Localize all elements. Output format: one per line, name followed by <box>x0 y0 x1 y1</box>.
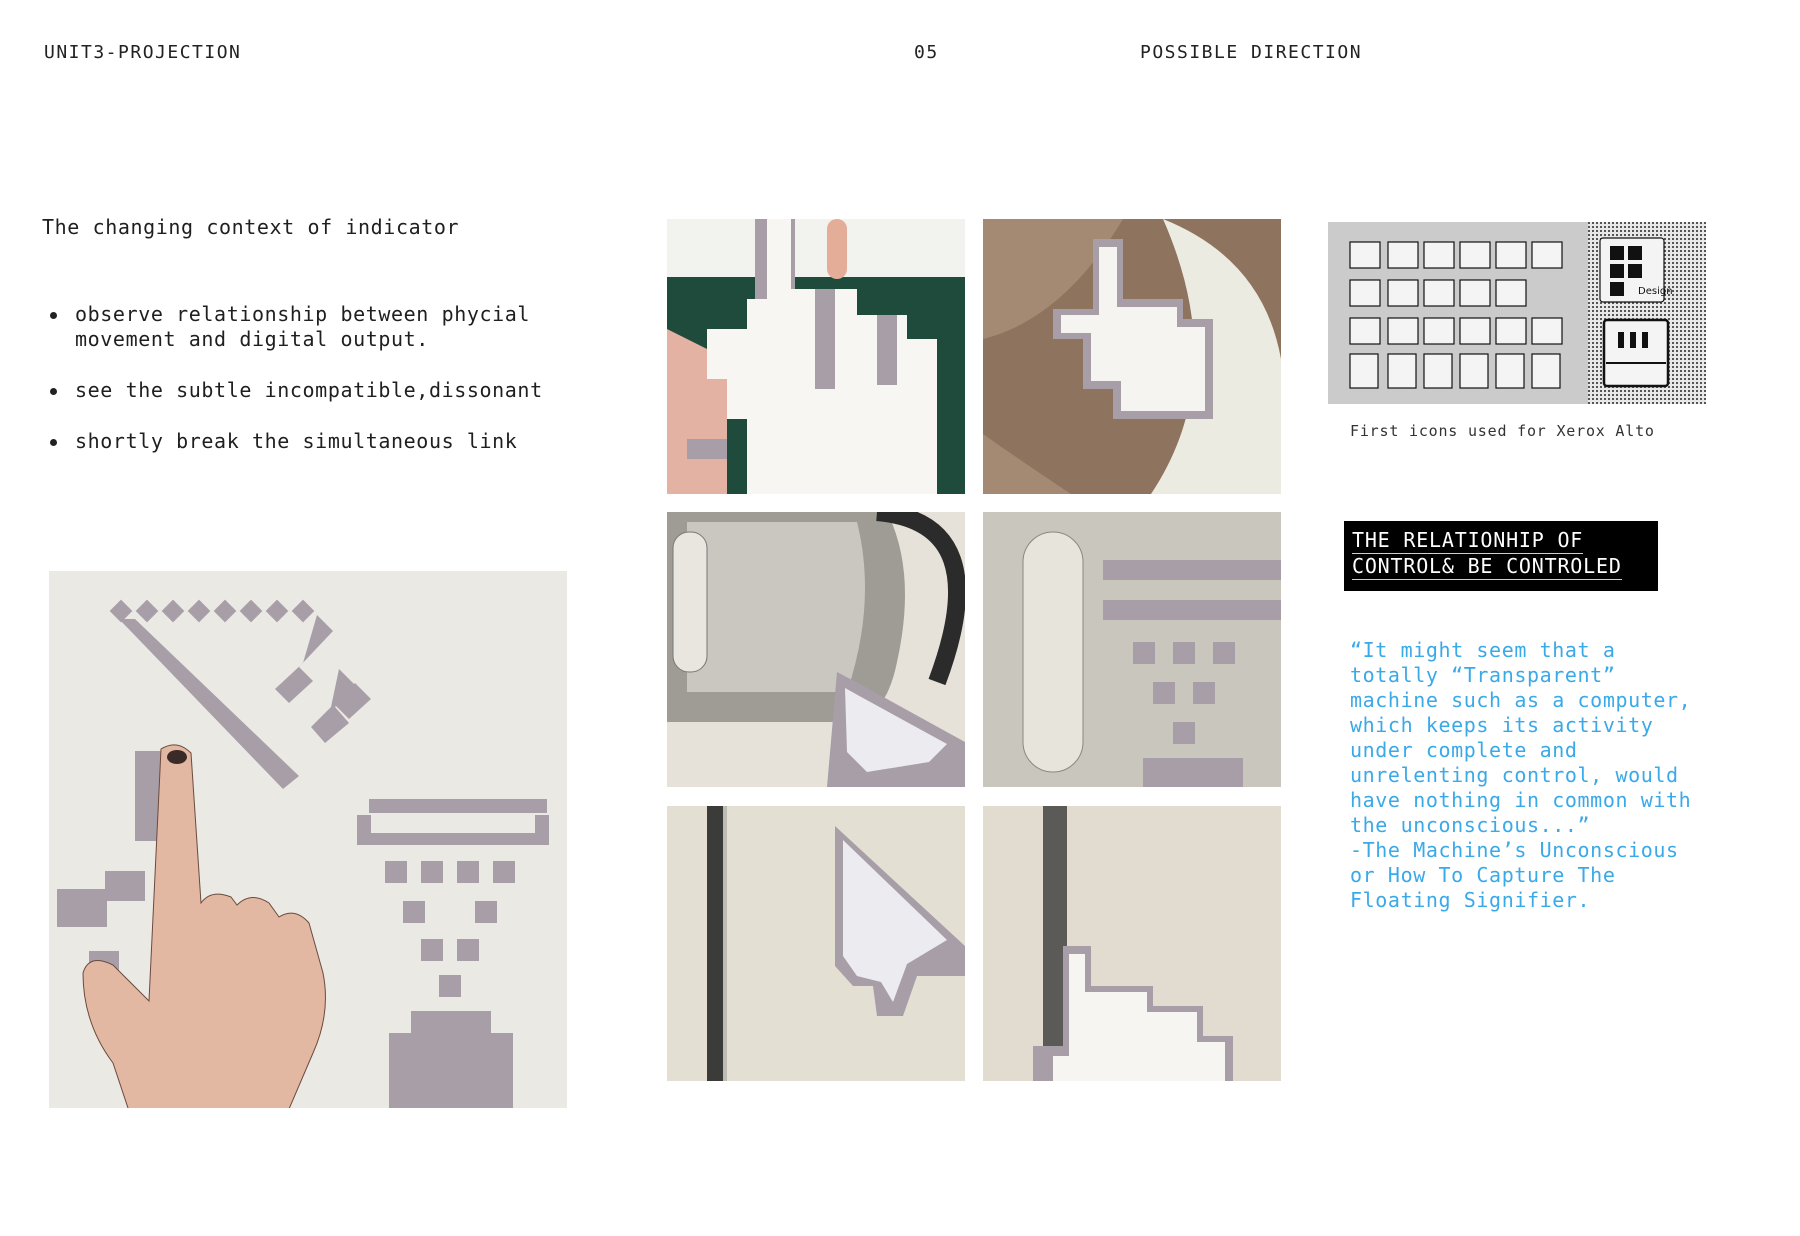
xerox-caption: First icons used for Xerox Alto <box>1350 422 1655 440</box>
banner-line-2: CONTROL& BE CONTROLED <box>1352 554 1622 580</box>
project-title: UNIT3-PROJECTION <box>44 42 242 63</box>
quote-source: or How To Capture The <box>1350 863 1616 887</box>
bullet-item: shortly break the simultaneous link <box>42 429 602 454</box>
bullet-item: observe relationship between phycial mov… <box>42 302 602 352</box>
machine-unconscious-quote: “It might seem that a totally “Transpare… <box>1350 638 1730 913</box>
pixel-hand-on-sink-photo <box>983 219 1281 494</box>
handle-pixel-hand-photo <box>983 806 1281 1081</box>
quote-source: -The Machine’s Unconscious <box>1350 838 1679 862</box>
kettle-arrow-photo <box>667 512 965 787</box>
quote-line: machine such as a computer, <box>1350 688 1692 712</box>
intro-bullet-list: observe relationship between phycial mov… <box>42 302 602 480</box>
door-arrow-photo <box>667 806 965 1081</box>
xerox-alto-icons-image: Design <box>1328 222 1706 404</box>
banner-line-1: THE RELATIONHIP OF <box>1352 528 1584 554</box>
quote-line: unrelenting control, would <box>1350 763 1679 787</box>
intro-title: The changing context of indicator <box>42 215 460 239</box>
kettle-hourglass-photo <box>983 512 1281 787</box>
hand-pixel-cursor-photo <box>49 571 567 1108</box>
xerox-design-label: Design <box>1638 286 1673 297</box>
quote-line: which keeps its activity <box>1350 713 1654 737</box>
quote-line: the unconscious...” <box>1350 813 1591 837</box>
quote-line: totally “Transparent” <box>1350 663 1616 687</box>
relationship-banner: THE RELATIONHIP OF CONTROL& BE CONTROLED <box>1344 521 1658 591</box>
bullet-item: see the subtle incompatible,dissonant <box>42 378 602 403</box>
quote-line: under complete and <box>1350 738 1578 762</box>
quote-line: have nothing in common with <box>1350 788 1692 812</box>
quote-source: Floating Signifier. <box>1350 888 1591 912</box>
quote-line: “It might seem that a <box>1350 638 1616 662</box>
pixel-hand-on-desk-photo <box>667 219 965 494</box>
section-title: POSSIBLE DIRECTION <box>1140 42 1363 63</box>
page-number: 05 <box>914 42 939 63</box>
